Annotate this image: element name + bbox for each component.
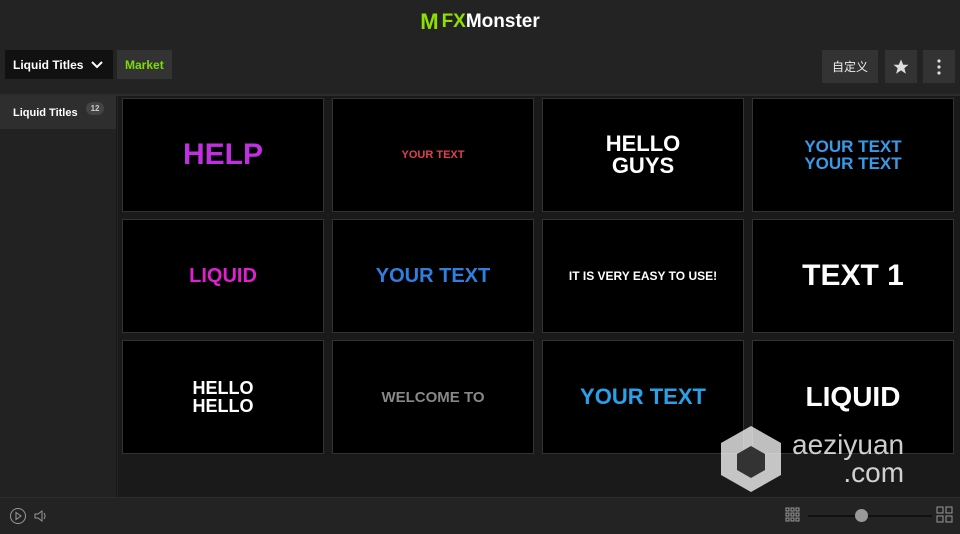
count-badge: 12 (85, 102, 105, 115)
play-icon[interactable] (9, 507, 27, 525)
thumbnail-title: LIQUID (189, 265, 257, 287)
sidebar: Liquid Titles 12 (0, 96, 117, 497)
preset-thumbnail[interactable]: WELCOME TO (332, 340, 534, 454)
footer-bar (0, 497, 960, 534)
market-button[interactable]: Market (117, 50, 172, 79)
more-button[interactable] (923, 50, 955, 83)
preset-thumbnail[interactable]: HELLO HELLO (122, 340, 324, 454)
slider-knob[interactable] (855, 509, 869, 522)
toolbar: Liquid Titles Market 自定义 (0, 44, 960, 94)
grid-small-icon[interactable] (785, 507, 801, 523)
thumbnail-title: YOUR TEXT (375, 265, 491, 287)
thumbnail-title: HELLO HELLO (192, 378, 254, 416)
thumbnail-title: WELCOME TO (381, 388, 485, 406)
preset-thumbnail[interactable]: YOUR TEXT (332, 98, 534, 212)
preset-thumbnail[interactable]: HELLO GUYS (542, 98, 744, 212)
sidebar-item-liquid-titles[interactable]: Liquid Titles 12 (0, 96, 116, 129)
dropdown-label: Liquid Titles (13, 57, 84, 72)
preset-thumbnail[interactable]: YOUR TEXT (332, 219, 534, 333)
preset-thumbnail[interactable]: YOUR TEXT (542, 340, 744, 454)
thumbnail-title: TEXT 1 (802, 259, 904, 292)
logo-name: Monster (465, 11, 540, 32)
chevron-down-icon (91, 60, 104, 68)
watermark-suffix: .com (843, 457, 905, 488)
thumbnail-title: YOUR TEXT (401, 148, 465, 161)
preset-thumbnail[interactable]: YOUR TEXT YOUR TEXT (752, 98, 954, 212)
thumbnail-title: HELLO GUYS (605, 131, 681, 178)
thumbnail-title: LIQUID (805, 381, 901, 412)
thumbnail-title: YOUR TEXT YOUR TEXT (804, 137, 902, 173)
favorite-button[interactable] (885, 50, 917, 83)
fxmonster-logo: M FXMonster (420, 9, 540, 35)
preset-thumbnail[interactable]: LIQUID (122, 219, 324, 333)
thumbnail-size-slider[interactable] (808, 509, 932, 522)
thumbnail-title: YOUR TEXT (580, 384, 706, 409)
more-vertical-icon (937, 58, 941, 75)
preset-thumbnail[interactable]: TEXT 1 (752, 219, 954, 333)
category-dropdown[interactable]: Liquid Titles (5, 50, 113, 79)
watermark-logo-icon (721, 426, 781, 492)
preset-thumbnail[interactable]: HELP (122, 98, 324, 212)
preset-thumbnail[interactable]: IT IS VERY EASY TO USE! (542, 219, 744, 333)
grid-large-icon[interactable] (936, 506, 953, 523)
app-header: M FXMonster (0, 0, 960, 44)
watermark-text: aeziyuan (792, 429, 905, 460)
volume-icon[interactable] (33, 508, 49, 524)
thumbnail-title: IT IS VERY EASY TO USE! (568, 269, 718, 283)
customize-button[interactable]: 自定义 (822, 50, 878, 83)
logo-mark: M (420, 9, 439, 34)
logo-fx: FX (441, 11, 466, 32)
watermark: aeziyuan .com (718, 424, 958, 494)
thumbnail-title: HELP (182, 138, 263, 171)
sidebar-item-label: Liquid Titles (13, 106, 78, 119)
star-icon (893, 59, 909, 74)
